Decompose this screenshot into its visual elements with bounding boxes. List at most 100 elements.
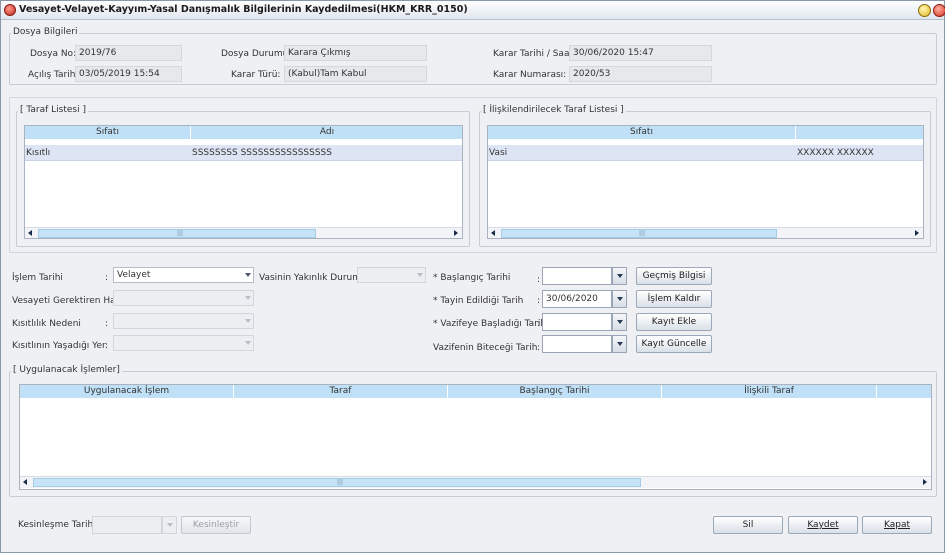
app-icon	[4, 4, 16, 16]
chevron-down-icon	[617, 297, 623, 301]
iliski-row-adi: XXXXXX XXXXXX	[797, 148, 874, 158]
islem-tarihi-colon: :	[105, 273, 109, 283]
islem-tarihi-select[interactable]: Velayet	[113, 267, 254, 283]
baslangic-date-button[interactable]	[612, 267, 627, 285]
vazife-bitis-date-button[interactable]	[612, 335, 627, 353]
kesinlestir-button[interactable]: Kesinleştir	[181, 516, 251, 534]
table-row[interactable]: Kısıtlı SSSSSSSS SSSSSSSSSSSSSSSS	[25, 145, 462, 161]
kisitlilik-colon: :	[105, 319, 109, 329]
vazife-baslama-label: * Vazifeye Başladığı Tarih	[433, 319, 547, 329]
vazife-baslama-date-button[interactable]	[612, 313, 627, 331]
iliski-col-sifati[interactable]: Sıfatı	[488, 126, 796, 139]
chevron-down-icon	[245, 273, 251, 277]
scroll-right-icon[interactable]	[911, 228, 923, 238]
title-bar: Vesayet-Velayet-Kayyım-Yasal Danışmalık …	[1, 1, 945, 20]
karar-turu-field: (Kabul)Tam Kabul	[284, 66, 427, 82]
close-icon[interactable]	[933, 4, 945, 17]
chevron-down-icon	[245, 319, 251, 323]
yakinlik-durumu-label: Vasinin Yakınlık Durumu	[259, 273, 367, 283]
kisitli-yer-colon: :	[105, 341, 109, 351]
taraf-table[interactable]: Sıfatı Adı Kısıtlı SSSSSSSS SSSSSSSSSSSS…	[24, 125, 463, 239]
scroll-left-icon[interactable]	[25, 228, 37, 238]
scroll-right-icon[interactable]	[450, 228, 462, 238]
vesayet-hal-select[interactable]	[113, 290, 254, 306]
kesinlesme-date-button[interactable]	[162, 516, 177, 534]
kesinlesme-tarihi-label: Kesinleşme Tarihi	[18, 520, 96, 530]
iliski-hscrollbar[interactable]: |||	[488, 227, 923, 238]
iliski-table[interactable]: Sıfatı Vasi XXXXXX XXXXXX |||	[487, 125, 924, 239]
kayit-ekle-button[interactable]: Kayıt Ekle	[636, 313, 712, 331]
sil-button[interactable]: Sil	[713, 516, 783, 534]
vazife-bitis-colon: :	[537, 343, 541, 353]
chevron-down-icon	[617, 274, 623, 278]
uyg-col-extra	[877, 385, 931, 398]
dosya-durumu-field: Karara Çıkmış	[284, 45, 427, 61]
vazife-bitis-input[interactable]	[542, 335, 612, 353]
taraf-row-adi: SSSSSSSS SSSSSSSSSSSSSSSS	[192, 148, 332, 158]
iliski-row-sifati: Vasi	[489, 148, 508, 158]
uyg-col-baslangic[interactable]: Başlangıç Tarihi	[448, 385, 662, 398]
dosya-durumu-label: Dosya Durumu:	[221, 49, 292, 59]
yakinlik-durumu-select[interactable]	[357, 267, 426, 283]
acilis-tarihi-label: Açılış Tarihi:	[28, 70, 81, 80]
vesayet-hal-label: Vesayeti Gerektiren Hal :	[12, 296, 125, 306]
baslangic-colon: :	[537, 275, 541, 285]
dosya-no-label: Dosya No:	[30, 49, 77, 59]
tayin-tarihi-input[interactable]: 30/06/2020	[542, 290, 612, 308]
kapat-button[interactable]: Kapat	[862, 516, 932, 534]
tayin-tarihi-label: * Tayin Edildiği Tarih	[433, 296, 524, 306]
kesinlesme-tarihi-input[interactable]	[92, 516, 162, 534]
minimize-icon[interactable]	[918, 4, 931, 17]
taraf-col-sifati[interactable]: Sıfatı	[25, 126, 191, 139]
taraf-listesi-label: [ Taraf Listesi ]	[18, 105, 88, 115]
taraf-row-sifati: Kısıtlı	[26, 148, 51, 158]
scroll-thumb[interactable]: |||	[38, 229, 316, 238]
iliski-listesi-label: [ İlişkilendirilecek Taraf Listesi ]	[481, 105, 626, 115]
vazife-baslama-input[interactable]	[542, 313, 612, 331]
kisitlilik-nedeni-label: Kısıtlılık Nedeni	[12, 319, 81, 329]
uyg-col-islem[interactable]: Uygulanacak İşlem	[20, 385, 234, 398]
karar-tarihi-field: 30/06/2020 15:47	[569, 45, 712, 61]
karar-numarasi-label: Karar Numarası:	[493, 70, 567, 80]
vazife-bitis-label: Vazifenin Biteceği Tarih	[433, 343, 538, 353]
taraf-hscrollbar[interactable]: |||	[25, 227, 462, 238]
table-row[interactable]: Vasi XXXXXX XXXXXX	[488, 145, 923, 161]
window-title: Vesayet-Velayet-Kayyım-Yasal Danışmalık …	[19, 4, 468, 15]
baslangic-tarihi-input[interactable]	[542, 267, 612, 285]
kayit-guncelle-button[interactable]: Kayıt Güncelle	[636, 335, 712, 353]
karar-numarasi-field: 2020/53	[569, 66, 712, 82]
chevron-down-icon	[417, 273, 423, 277]
chevron-down-icon	[245, 341, 251, 345]
kaydet-button[interactable]: Kaydet	[788, 516, 858, 534]
islem-kaldir-button[interactable]: İşlem Kaldır	[636, 290, 712, 308]
scroll-right-icon[interactable]	[919, 477, 931, 488]
uygulanacak-label: [ Uygulanacak İşlemler]	[11, 365, 122, 375]
scroll-left-icon[interactable]	[20, 477, 32, 488]
gecmis-bilgisi-button[interactable]: Geçmiş Bilgisi	[636, 267, 712, 285]
kisitlilik-nedeni-select[interactable]	[113, 313, 254, 329]
kisitli-yer-label: Kısıtlının Yaşadığı Yer	[12, 341, 106, 351]
tayin-date-button[interactable]	[612, 290, 627, 308]
tayin-colon: :	[537, 296, 541, 306]
chevron-down-icon	[617, 342, 623, 346]
dosya-bilgileri-label: Dosya Bilgileri	[11, 27, 80, 37]
uyg-col-taraf[interactable]: Taraf	[234, 385, 448, 398]
islem-tarihi-label: İşlem Tarihi	[12, 273, 63, 283]
main-window: Vesayet-Velayet-Kayyım-Yasal Danışmalık …	[0, 0, 945, 553]
dosya-no-field: 2019/76	[75, 45, 182, 61]
scroll-thumb[interactable]: |||	[501, 229, 777, 238]
chevron-down-icon	[245, 296, 251, 300]
chevron-down-icon	[617, 320, 623, 324]
karar-turu-label: Karar Türü:	[231, 70, 281, 80]
scroll-thumb[interactable]: |||	[33, 478, 641, 487]
kisitli-yer-select[interactable]	[113, 335, 254, 351]
uyg-col-iliskili[interactable]: İlişkili Taraf	[662, 385, 877, 398]
uygulanacak-table[interactable]: Uygulanacak İşlem Taraf Başlangıç Tarihi…	[19, 384, 932, 490]
vazife-baslama-colon: :	[537, 319, 541, 329]
uygulanacak-hscrollbar[interactable]: |||	[20, 476, 931, 488]
taraf-col-adi[interactable]: Adı	[191, 126, 462, 139]
scroll-left-icon[interactable]	[488, 228, 500, 238]
acilis-tarihi-field: 03/05/2019 15:54	[75, 66, 182, 82]
iliski-col-adi[interactable]	[796, 126, 923, 139]
baslangic-tarihi-label: * Başlangıç Tarihi	[433, 273, 511, 283]
